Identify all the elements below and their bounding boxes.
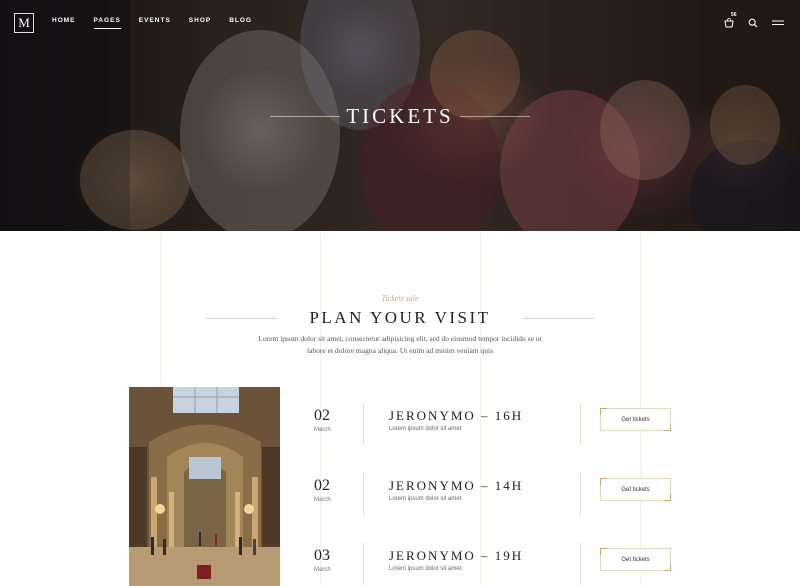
ticket-description: Lorem ipsum dolor sit amet [389, 496, 462, 502]
main-nav: HOME PAGES EVENTS SHOP BLOG [52, 17, 270, 29]
ticket-divider [363, 403, 364, 445]
ticket-description: Lorem ipsum dolor sit amet [389, 566, 462, 572]
site-logo[interactable]: M [14, 13, 34, 33]
ticket-row: 02 March JERONYMO – 14H Lorem ipsum dolo… [300, 473, 680, 527]
ticket-day: 02 [314, 407, 330, 424]
section-description: Lorem ipsum dolor sit amet, consectetur … [258, 334, 542, 355]
ticket-month: March [314, 427, 331, 433]
ticket-name: JERONYMO – 16H [389, 408, 524, 423]
ticket-day: 02 [314, 477, 330, 494]
ticket-divider [363, 543, 364, 585]
cart-icon[interactable]: 56 [724, 12, 737, 28]
hero-banner: M HOME PAGES EVENTS SHOP BLOG 56 TICKETS [0, 0, 800, 231]
cart-count: 56 [731, 12, 737, 18]
nav-pages[interactable]: PAGES [93, 17, 122, 29]
section-title: PLAN YOUR VISIT [309, 308, 491, 327]
ticket-divider [580, 403, 581, 445]
header-icons: 56 [724, 12, 786, 28]
ticket-name: JERONYMO – 14H [389, 478, 524, 493]
page-title: TICKETS [346, 104, 454, 128]
get-tickets-button[interactable]: Get tickets [600, 548, 671, 571]
museum-hall-photo [129, 387, 280, 586]
ticket-row: 03 March JERONYMO – 19H Lorem ipsum dolo… [300, 543, 680, 586]
ticket-divider [580, 473, 581, 515]
ticket-day: 03 [314, 547, 330, 564]
nav-shop[interactable]: SHOP [189, 17, 211, 24]
ticket-description: Lorem ipsum dolor sit amet [389, 426, 462, 432]
ticket-month: March [314, 497, 331, 503]
ticket-name: JERONYMO – 19H [389, 548, 524, 563]
ticket-divider [580, 543, 581, 585]
menu-icon[interactable] [772, 15, 786, 27]
get-tickets-button[interactable]: Get tickets [600, 408, 671, 431]
search-icon[interactable] [748, 15, 760, 28]
nav-home[interactable]: HOME [52, 17, 76, 24]
nav-blog[interactable]: BLOG [229, 17, 252, 24]
get-tickets-button[interactable]: Get tickets [600, 478, 671, 501]
nav-events[interactable]: EVENTS [139, 17, 171, 24]
ticket-divider [363, 473, 364, 515]
ticket-row: 02 March JERONYMO – 16H Lorem ipsum dolo… [300, 403, 680, 457]
ticket-month: March [314, 567, 331, 573]
section-subtitle: Tickets sale [381, 294, 419, 303]
